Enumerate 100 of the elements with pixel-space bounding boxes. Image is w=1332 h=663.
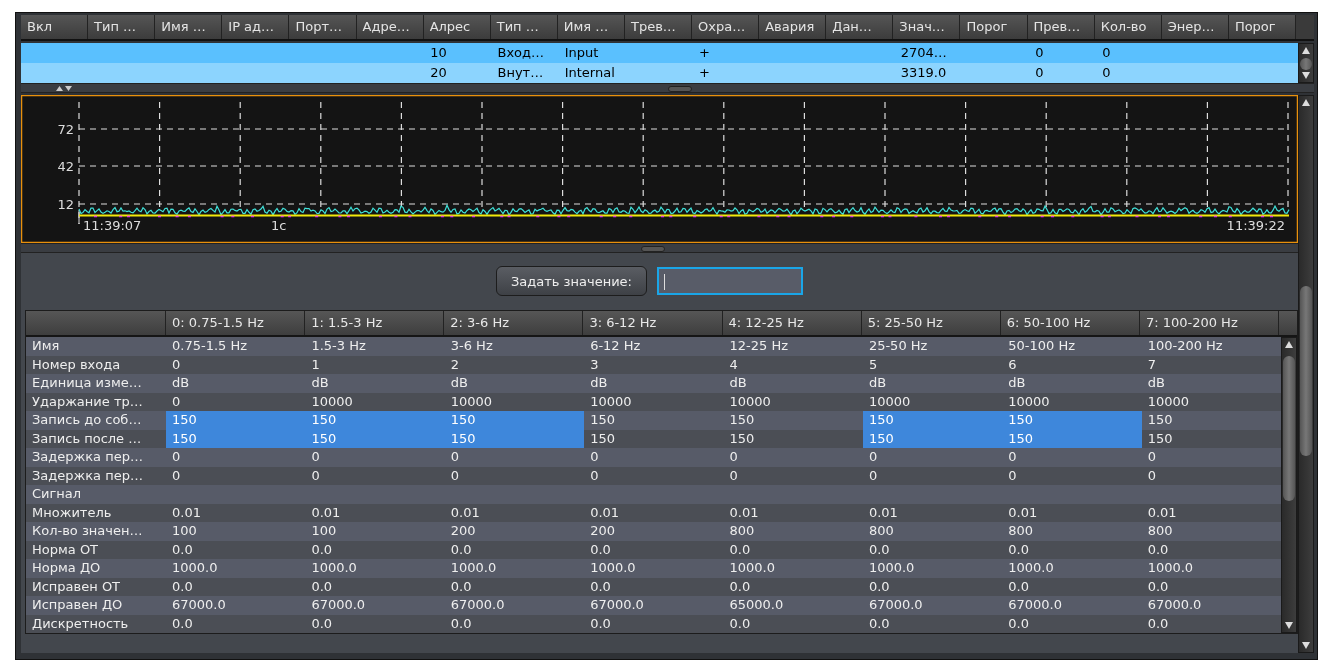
table-cell[interactable]: 0 <box>1002 448 1142 467</box>
table-cell[interactable]: 0.0 <box>444 614 585 633</box>
table-cell[interactable]: 0.01 <box>444 503 585 522</box>
table-cell[interactable]: 3 <box>584 355 724 374</box>
table-cell[interactable]: 1000.0 <box>1002 559 1142 578</box>
table-cell[interactable]: 0 <box>584 448 724 467</box>
table-cell[interactable]: dB <box>862 374 1003 393</box>
column-header[interactable]: 0: 0.75-1.5 Hz <box>166 311 306 335</box>
table-cell[interactable]: 25-50 Hz <box>862 337 1003 356</box>
table-cell[interactable]: 0.0 <box>723 540 863 559</box>
table-cell[interactable]: 1000.0 <box>1141 559 1281 578</box>
column-header[interactable]: 7: 100-200 Hz <box>1139 311 1279 335</box>
table-cell[interactable]: 0 <box>166 466 306 485</box>
column-header[interactable]: Имя … <box>557 15 625 39</box>
table-cell[interactable]: 0 <box>1002 466 1142 485</box>
splitter-handle[interactable] <box>667 86 692 92</box>
table-cell[interactable]: 0.0 <box>1002 614 1142 633</box>
table-cell[interactable]: 150 <box>584 411 724 430</box>
column-header[interactable]: Трев… <box>624 15 693 39</box>
table-cell[interactable]: dB <box>1141 374 1281 393</box>
splitter-handle[interactable] <box>641 246 665 252</box>
table-cell[interactable]: 3-6 Hz <box>444 337 585 356</box>
table-cell[interactable]: 0.0 <box>166 540 306 559</box>
table-cell[interactable]: 67000.0 <box>1002 596 1142 615</box>
table-cell[interactable]: 0 <box>305 448 445 467</box>
table-cell[interactable]: dB <box>166 374 306 393</box>
collapse-arrows-icon[interactable] <box>54 86 74 91</box>
table-cell[interactable]: 0.0 <box>1002 577 1142 596</box>
table-cell[interactable]: dB <box>1002 374 1142 393</box>
table-cell[interactable]: 67000.0 <box>584 596 724 615</box>
column-header[interactable]: Имя … <box>155 15 223 39</box>
table-cell[interactable]: 100-200 Hz <box>1141 337 1281 356</box>
scroll-up-arrow-icon[interactable] <box>1302 99 1310 106</box>
table-cell[interactable]: 0.0 <box>1141 540 1281 559</box>
table-cell[interactable]: 0 <box>723 448 863 467</box>
table-cell[interactable]: 150 <box>723 429 863 448</box>
table-cell[interactable]: 12-25 Hz <box>723 337 863 356</box>
column-header[interactable]: 1: 1.5-3 Hz <box>305 311 445 335</box>
scroll-thumb[interactable] <box>1283 356 1295 501</box>
table-cell[interactable]: 10000 <box>305 392 445 411</box>
table-cell[interactable]: 100 <box>305 522 445 541</box>
table-cell[interactable]: 0.01 <box>166 503 306 522</box>
set-value-button[interactable]: Задать значение: <box>496 266 647 296</box>
column-header[interactable]: Порог <box>1228 15 1296 39</box>
column-header[interactable]: Адре… <box>356 15 424 39</box>
column-header[interactable]: 3: 6-12 Hz <box>583 311 723 335</box>
table-cell[interactable]: 0 <box>584 466 724 485</box>
table-cell[interactable]: 0 <box>1141 448 1281 467</box>
table-cell[interactable]: 150 <box>862 411 1003 430</box>
table-cell[interactable]: 67000.0 <box>1141 596 1281 615</box>
table-cell[interactable]: 0.0 <box>305 540 445 559</box>
table-cell[interactable]: 1000.0 <box>444 559 585 578</box>
table-cell[interactable]: 0 <box>862 466 1003 485</box>
table-cell[interactable]: 1000.0 <box>584 559 724 578</box>
table-cell[interactable]: 0 <box>444 448 585 467</box>
table-cell[interactable]: 0.0 <box>1002 540 1142 559</box>
table-cell[interactable]: 0.0 <box>444 577 585 596</box>
table-cell[interactable]: 0.0 <box>862 614 1003 633</box>
table-cell[interactable]: 800 <box>1141 522 1281 541</box>
table-cell[interactable]: 0.01 <box>1002 503 1142 522</box>
table-cell[interactable]: 0 <box>305 466 445 485</box>
table-cell[interactable]: 0 <box>1141 466 1281 485</box>
table-cell[interactable]: 1000.0 <box>305 559 445 578</box>
column-header[interactable]: Порт… <box>289 15 357 39</box>
table-cell[interactable]: 0.75-1.5 Hz <box>166 337 306 356</box>
table-cell[interactable]: 800 <box>723 522 863 541</box>
table-cell[interactable]: 1000.0 <box>862 559 1003 578</box>
table-cell[interactable]: 2 <box>444 355 585 374</box>
table-cell[interactable]: 1000.0 <box>166 559 306 578</box>
column-header[interactable]: Тип … <box>490 15 558 39</box>
table-cell[interactable]: 67000.0 <box>166 596 306 615</box>
column-header[interactable]: Прев… <box>1027 15 1095 39</box>
table-cell[interactable]: 150 <box>444 411 585 430</box>
table-cell[interactable]: 150 <box>1141 429 1281 448</box>
table-row[interactable]: 20 Внут… Internal + 3319.0 0 0 <box>21 63 1298 83</box>
scroll-thumb[interactable] <box>1300 58 1312 70</box>
column-header[interactable]: Алрес <box>423 15 491 39</box>
table-cell[interactable]: dB <box>584 374 724 393</box>
table-cell[interactable]: 0.0 <box>1141 614 1281 633</box>
column-header[interactable]: Охра… <box>692 15 760 39</box>
table-cell[interactable]: 1.5-3 Hz <box>305 337 445 356</box>
scrollbar[interactable] <box>1298 43 1314 83</box>
table-cell[interactable]: 67000.0 <box>862 596 1003 615</box>
table-cell[interactable]: 0.0 <box>723 614 863 633</box>
table-cell[interactable]: 150 <box>1002 411 1142 430</box>
table-cell[interactable]: 800 <box>1002 522 1142 541</box>
table-cell[interactable]: 1 <box>305 355 445 374</box>
table-cell[interactable]: 0.0 <box>584 614 724 633</box>
table-cell[interactable]: 0.0 <box>166 614 306 633</box>
table-cell[interactable]: 200 <box>584 522 724 541</box>
column-header[interactable]: 6: 50-100 Hz <box>1000 311 1140 335</box>
table-cell[interactable]: 10000 <box>723 392 863 411</box>
table-cell[interactable]: 0.0 <box>166 577 306 596</box>
table-cell[interactable]: 5 <box>862 355 1003 374</box>
table-cell[interactable]: dB <box>305 374 445 393</box>
table-cell[interactable]: 150 <box>584 429 724 448</box>
table-cell[interactable]: 6-12 Hz <box>584 337 724 356</box>
table-cell[interactable]: 6 <box>1002 355 1142 374</box>
table-cell[interactable]: 0.0 <box>1141 577 1281 596</box>
table-cell[interactable]: 0.01 <box>862 503 1003 522</box>
